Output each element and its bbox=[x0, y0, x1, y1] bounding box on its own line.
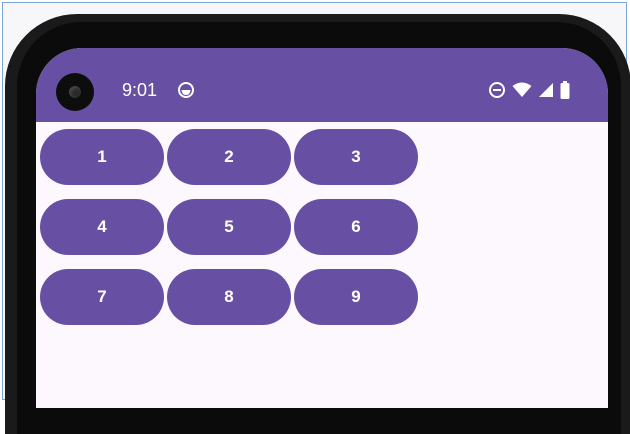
status-bar: 9:01 bbox=[36, 48, 608, 122]
wifi-icon bbox=[512, 82, 532, 97]
status-time: 9:01 bbox=[122, 80, 158, 100]
phone-screen: 9:01 1 2 3 4 5 6 7 8 9 bbox=[36, 48, 608, 408]
button-3[interactable]: 3 bbox=[294, 129, 418, 185]
button-8[interactable]: 8 bbox=[167, 269, 291, 325]
button-2[interactable]: 2 bbox=[167, 129, 291, 185]
do-not-disturb-icon bbox=[489, 82, 505, 98]
button-9[interactable]: 9 bbox=[294, 269, 418, 325]
button-5[interactable]: 5 bbox=[167, 199, 291, 255]
button-4[interactable]: 4 bbox=[40, 199, 164, 255]
notification-icon bbox=[178, 82, 194, 98]
button-7[interactable]: 7 bbox=[40, 269, 164, 325]
camera-cutout-icon bbox=[56, 73, 94, 111]
status-icons bbox=[488, 80, 570, 100]
button-1[interactable]: 1 bbox=[40, 129, 164, 185]
battery-icon bbox=[560, 81, 570, 99]
cellular-signal-icon bbox=[539, 83, 553, 97]
button-6[interactable]: 6 bbox=[294, 199, 418, 255]
